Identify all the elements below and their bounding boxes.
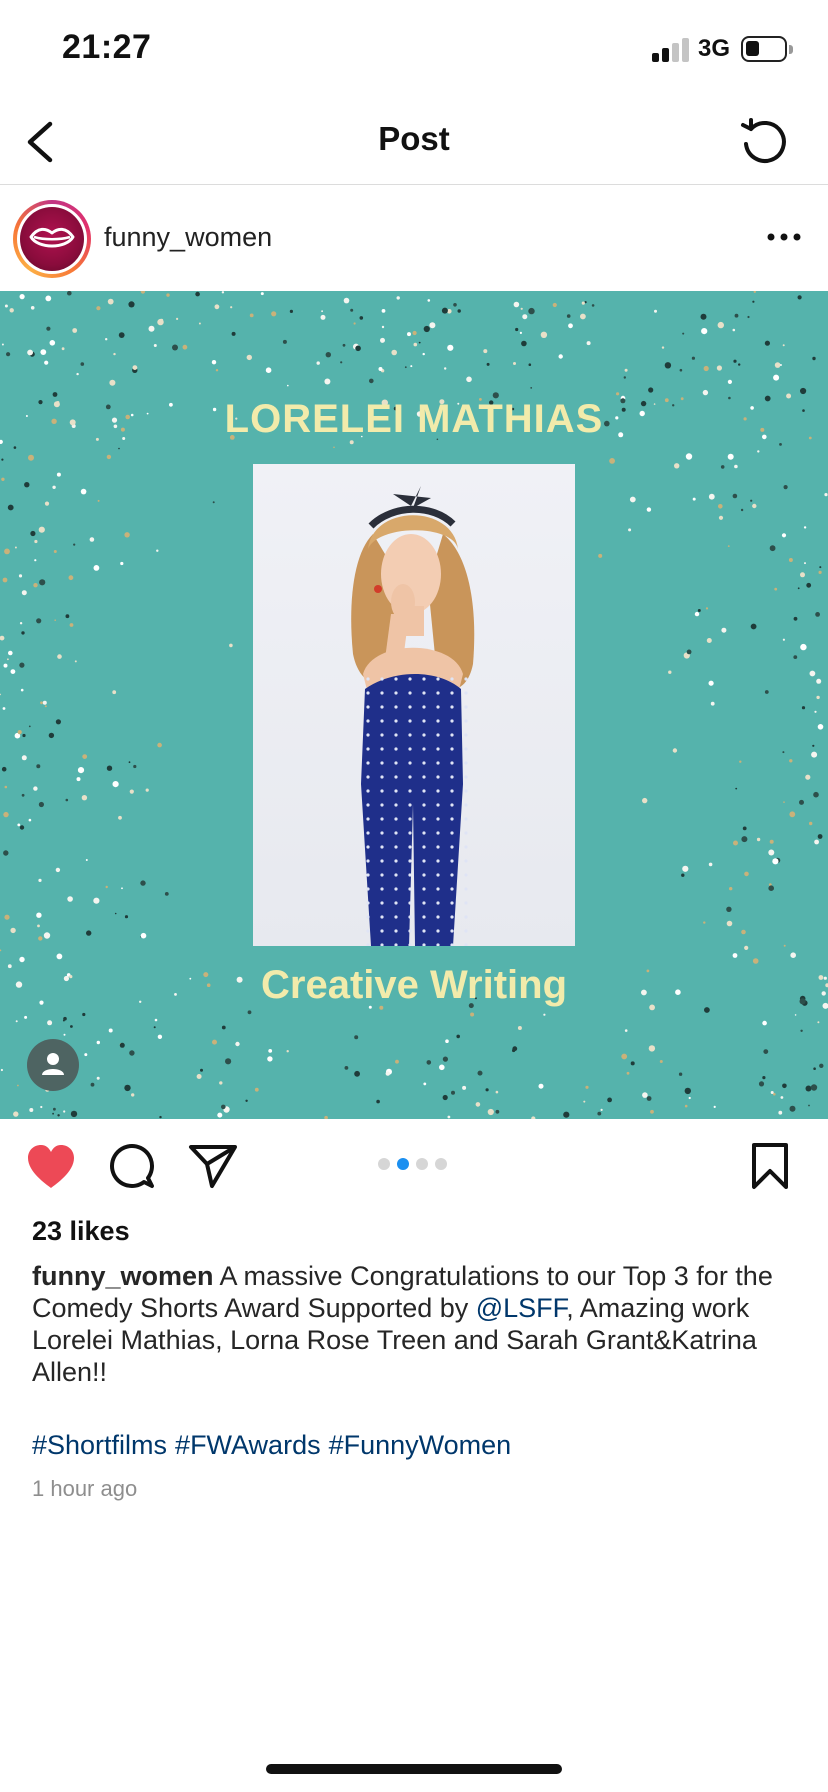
carousel-dot: [397, 1158, 409, 1170]
avatar[interactable]: [13, 200, 91, 278]
signal-icon: [652, 38, 690, 62]
like-button[interactable]: [26, 1144, 76, 1190]
tagged-people-button[interactable]: [27, 1039, 79, 1091]
hashtag-link[interactable]: #FWAwards: [175, 1430, 321, 1460]
carousel-dot: [416, 1158, 428, 1170]
caption-username[interactable]: funny_women: [32, 1261, 214, 1291]
hashtag-link[interactable]: #FunnyWomen: [329, 1430, 512, 1460]
person-icon: [42, 1053, 64, 1075]
caption-mention-link[interactable]: @LSFF: [476, 1293, 566, 1323]
bookmark-icon: [752, 1143, 788, 1189]
network-label: 3G: [698, 35, 731, 62]
carousel-dot: [378, 1158, 390, 1170]
home-indicator[interactable]: [266, 1764, 562, 1774]
hashtag-list: #Shortfilms #FWAwards #FunnyWomen: [32, 1430, 519, 1461]
refresh-button[interactable]: [738, 116, 790, 168]
likes-count[interactable]: 23 likes: [32, 1216, 130, 1247]
share-button[interactable]: [188, 1142, 238, 1190]
image-title-text: LORELEI MATHIAS: [224, 397, 604, 441]
heart-icon: [28, 1145, 74, 1188]
comment-icon: [110, 1144, 154, 1188]
more-icon: [767, 233, 801, 241]
battery-icon: [741, 36, 793, 62]
carousel-dot: [435, 1158, 447, 1170]
refresh-icon: [741, 118, 786, 163]
comment-button[interactable]: [108, 1142, 156, 1190]
carousel-indicator: [378, 1158, 454, 1172]
portrait-photo: [253, 464, 575, 946]
post-caption: funny_women A massive Congratulations to…: [32, 1260, 802, 1388]
lips-logo-icon: [29, 227, 75, 248]
paper-plane-icon: [189, 1145, 237, 1188]
author-username[interactable]: funny_women: [104, 222, 272, 253]
post-actions-bar: [0, 1120, 828, 1230]
post-author-row: funny_women: [0, 186, 828, 291]
image-caption-text: Creative Writing: [261, 963, 567, 1007]
top-nav-bar: Post: [0, 100, 828, 185]
person-illustration: [351, 486, 475, 946]
post-timestamp: 1 hour ago: [32, 1476, 138, 1501]
status-bar: 21:27 3G: [0, 0, 828, 100]
post-image[interactable]: LORELEI MATHIAS Creative Writing: [0, 291, 828, 1119]
status-time: 21:27: [62, 28, 152, 66]
more-options-button[interactable]: [766, 224, 802, 248]
save-button[interactable]: [750, 1142, 790, 1190]
page-title: Post: [378, 120, 450, 157]
hashtag-link[interactable]: #Shortfilms: [32, 1430, 167, 1460]
